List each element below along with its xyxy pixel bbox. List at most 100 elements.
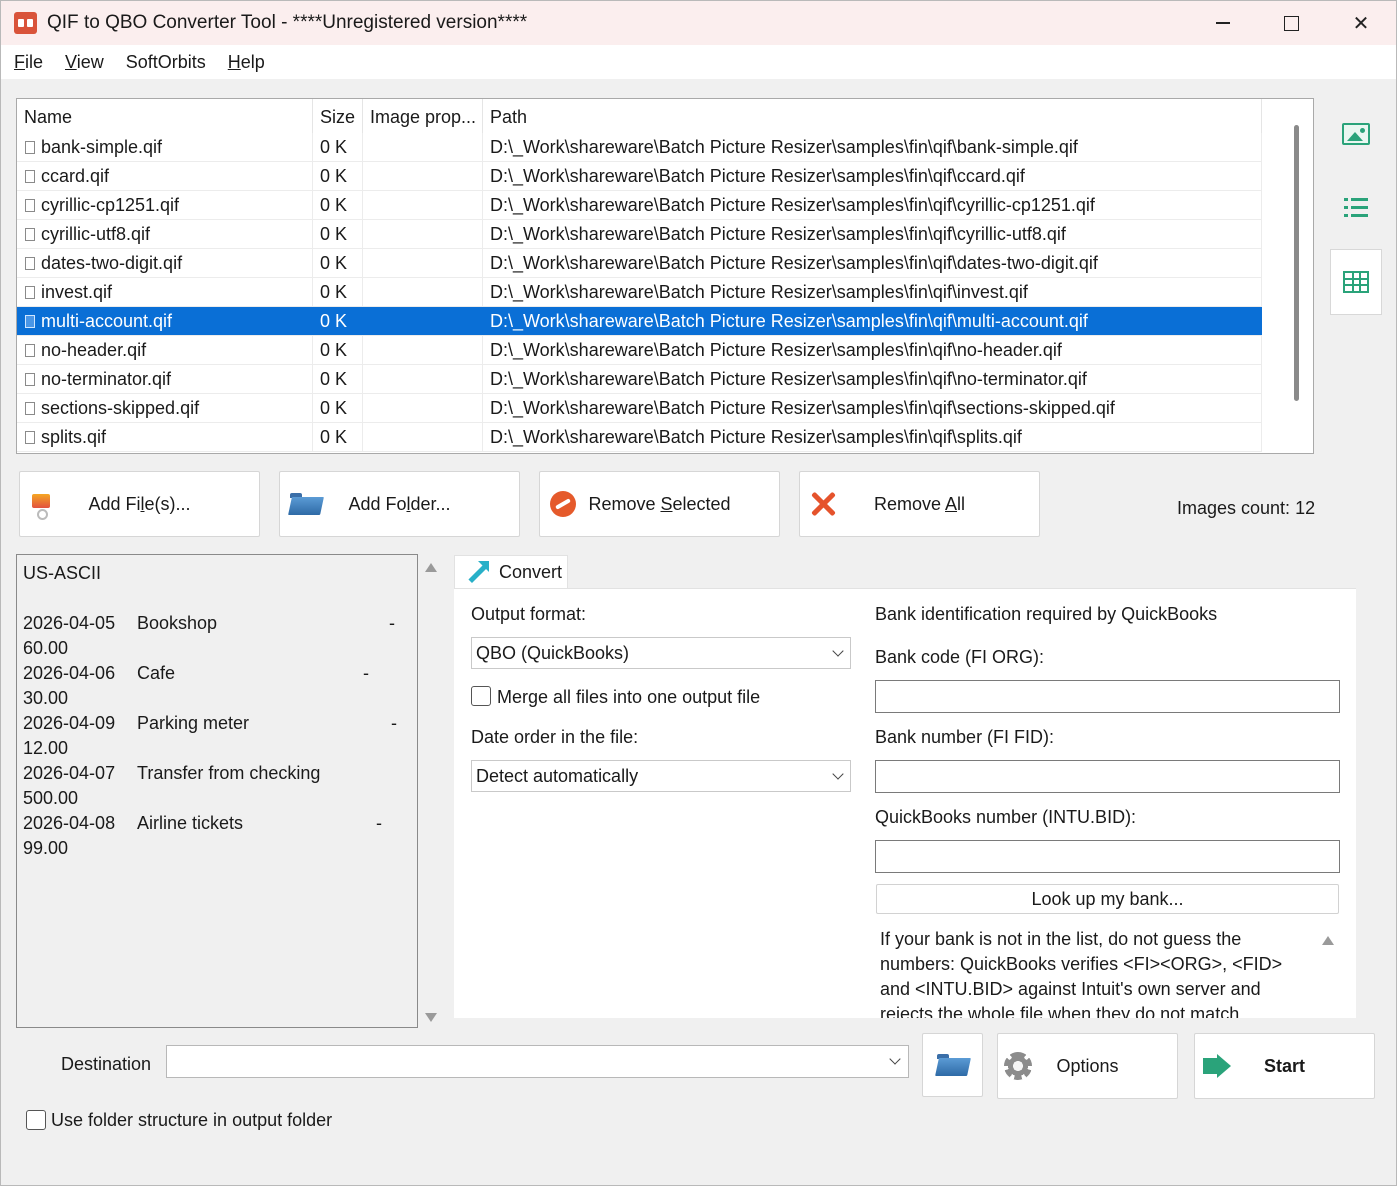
file-icon bbox=[25, 227, 35, 241]
preview-scroll-up-icon[interactable] bbox=[425, 563, 437, 572]
tab-convert[interactable]: Convert bbox=[454, 555, 568, 589]
add-folder-button[interactable]: Add Folder... bbox=[279, 471, 520, 537]
output-format-select[interactable]: QBO (QuickBooks) bbox=[471, 637, 851, 669]
file-list-scrollbar[interactable] bbox=[1294, 125, 1299, 401]
file-size-cell: 0 K bbox=[313, 278, 363, 306]
column-header-size[interactable]: Size bbox=[313, 99, 363, 133]
file-path-cell: D:\_Work\shareware\Batch Picture Resizer… bbox=[483, 423, 1262, 451]
table-view-button[interactable] bbox=[1330, 249, 1382, 315]
table-view-icon bbox=[1343, 271, 1369, 293]
preview-amount: 99.00 bbox=[23, 838, 69, 858]
table-row[interactable]: bank-simple.qif 0 K D:\_Work\shareware\Bat… bbox=[17, 133, 1262, 162]
table-row[interactable]: ccard.qif 0 K D:\_Work\shareware\Batch Pic… bbox=[17, 162, 1262, 191]
image-props-cell bbox=[363, 423, 483, 451]
table-row[interactable]: dates-two-digit.qif 0 K D:\_Work\shareware… bbox=[17, 249, 1262, 278]
file-size-cell: 0 K bbox=[313, 336, 363, 364]
add-files-button[interactable]: Add File(s)... bbox=[19, 471, 260, 537]
preview-encoding: US-ASCII bbox=[23, 563, 102, 583]
table-row[interactable]: splits.qif 0 K D:\_Work\shareware\Batch Pi… bbox=[17, 423, 1262, 452]
file-icon bbox=[25, 198, 35, 212]
file-name-cell: invest.qif bbox=[17, 278, 313, 306]
bank-number-label: Bank number (FI FID): bbox=[875, 727, 1055, 747]
remove-all-button[interactable]: Remove All bbox=[799, 471, 1040, 537]
file-size-cell: 0 K bbox=[313, 394, 363, 422]
file-preview[interactable]: US-ASCII 2026-04-05 Bookshop - 60.00 2026-04… bbox=[16, 554, 418, 1028]
image-props-cell bbox=[363, 394, 483, 422]
table-row[interactable]: no-terminator.qif 0 K D:\_Work\shareware\B… bbox=[17, 365, 1262, 394]
lookup-bank-button[interactable]: Look up my bank... bbox=[876, 884, 1339, 914]
file-path-cell: D:\_Work\shareware\Batch Picture Resizer… bbox=[483, 249, 1262, 277]
maximize-button[interactable] bbox=[1256, 1, 1326, 45]
preview-amount: 12.00 bbox=[23, 738, 69, 758]
column-header-image-props[interactable]: Image prop... bbox=[363, 99, 483, 133]
file-list[interactable]: Name Size Image prop... Path bank-simple… bbox=[16, 98, 1314, 454]
file-icon bbox=[25, 285, 35, 299]
app-icon bbox=[14, 12, 37, 34]
start-button[interactable]: Start bbox=[1194, 1033, 1375, 1099]
image-props-cell bbox=[363, 191, 483, 219]
merge-label: Merge all files into one output file bbox=[497, 687, 761, 707]
file-name-cell: dates-two-digit.qif bbox=[17, 249, 313, 277]
preview-line: 2026-04-09 Parking meter - bbox=[23, 713, 397, 733]
table-row[interactable]: invest.qif 0 K D:\_Work\shareware\Batch Pi… bbox=[17, 278, 1262, 307]
file-name-cell: sections-skipped.qif bbox=[17, 394, 313, 422]
file-icon bbox=[25, 314, 35, 328]
table-row[interactable]: cyrillic-utf8.qif 0 K D:\_Work\shareware\B… bbox=[17, 220, 1262, 249]
column-header-name[interactable]: Name bbox=[17, 99, 313, 133]
quickbooks-number-input[interactable] bbox=[875, 840, 1340, 873]
file-list-rows: bank-simple.qif 0 K D:\_Work\shareware\Bat… bbox=[17, 133, 1262, 452]
file-name-cell: no-header.qif bbox=[17, 336, 313, 364]
preview-line: 2026-04-05 Bookshop - bbox=[23, 613, 395, 633]
remove-selected-button[interactable]: Remove Selected bbox=[539, 471, 780, 537]
preview-scroll-down-icon[interactable] bbox=[425, 1013, 437, 1022]
menu-file[interactable]: File bbox=[14, 52, 43, 73]
file-size-cell: 0 K bbox=[313, 307, 363, 335]
chevron-down-icon bbox=[889, 1053, 901, 1065]
table-row[interactable]: multi-account.qif 0 K D:\_Work\shareware\B… bbox=[17, 307, 1262, 336]
file-name-cell: no-terminator.qif bbox=[17, 365, 313, 393]
preview-entries: 2026-04-05 Bookshop - 60.00 2026-04-06 Cafe - 3… bbox=[23, 611, 411, 861]
folder-icon bbox=[290, 493, 322, 515]
image-props-cell bbox=[363, 307, 483, 335]
file-name-cell: cyrillic-cp1251.qif bbox=[17, 191, 313, 219]
options-button[interactable]: Options bbox=[997, 1033, 1178, 1099]
chevron-down-icon bbox=[832, 768, 844, 780]
file-size-cell: 0 K bbox=[313, 191, 363, 219]
bank-code-label: Bank code (FI ORG): bbox=[875, 647, 1045, 667]
menu-softorbits[interactable]: SoftOrbits bbox=[126, 52, 206, 73]
image-view-button[interactable] bbox=[1330, 101, 1382, 167]
menu-help[interactable]: Help bbox=[228, 52, 265, 73]
window-title: QIF to QBO Converter Tool - ****Unregist… bbox=[47, 12, 528, 33]
menu-view[interactable]: View bbox=[65, 52, 104, 73]
info-scroll-up-icon[interactable] bbox=[1322, 936, 1334, 945]
title-bar[interactable]: QIF to QBO Converter Tool - ****Unregist… bbox=[1, 1, 1396, 45]
bank-code-input[interactable] bbox=[875, 680, 1340, 713]
table-row[interactable]: cyrillic-cp1251.qif 0 K D:\_Work\shareware… bbox=[17, 191, 1262, 220]
list-view-button[interactable] bbox=[1330, 175, 1382, 241]
close-button[interactable]: ✕ bbox=[1326, 1, 1396, 45]
folder-structure-checkbox[interactable] bbox=[26, 1110, 46, 1130]
file-name-cell: ccard.qif bbox=[17, 162, 313, 190]
file-path-cell: D:\_Work\shareware\Batch Picture Resizer… bbox=[483, 162, 1262, 190]
browse-destination-button[interactable] bbox=[922, 1033, 983, 1097]
file-size-cell: 0 K bbox=[313, 162, 363, 190]
file-size-cell: 0 K bbox=[313, 365, 363, 393]
table-row[interactable]: sections-skipped.qif 0 K D:\_Work\sharewar… bbox=[17, 394, 1262, 423]
file-icon bbox=[25, 430, 35, 444]
image-props-cell bbox=[363, 220, 483, 248]
table-row[interactable]: no-header.qif 0 K D:\_Work\shareware\Batch… bbox=[17, 336, 1262, 365]
date-order-select[interactable]: Detect automatically bbox=[471, 760, 851, 792]
bank-id-heading: Bank identification required by QuickBoo… bbox=[875, 604, 1218, 624]
file-path-cell: D:\_Work\shareware\Batch Picture Resizer… bbox=[483, 336, 1262, 364]
remove-icon bbox=[550, 491, 576, 517]
merge-checkbox[interactable] bbox=[471, 686, 491, 706]
images-count: Images count: 12 bbox=[1177, 498, 1316, 518]
minimize-button[interactable] bbox=[1188, 1, 1258, 45]
destination-combo[interactable] bbox=[166, 1045, 909, 1078]
column-header-path[interactable]: Path bbox=[483, 99, 1262, 133]
folder-icon bbox=[936, 1054, 969, 1076]
image-props-cell bbox=[363, 365, 483, 393]
bank-number-input[interactable] bbox=[875, 760, 1340, 793]
file-icon bbox=[25, 401, 35, 415]
preview-amount: 60.00 bbox=[23, 638, 69, 658]
